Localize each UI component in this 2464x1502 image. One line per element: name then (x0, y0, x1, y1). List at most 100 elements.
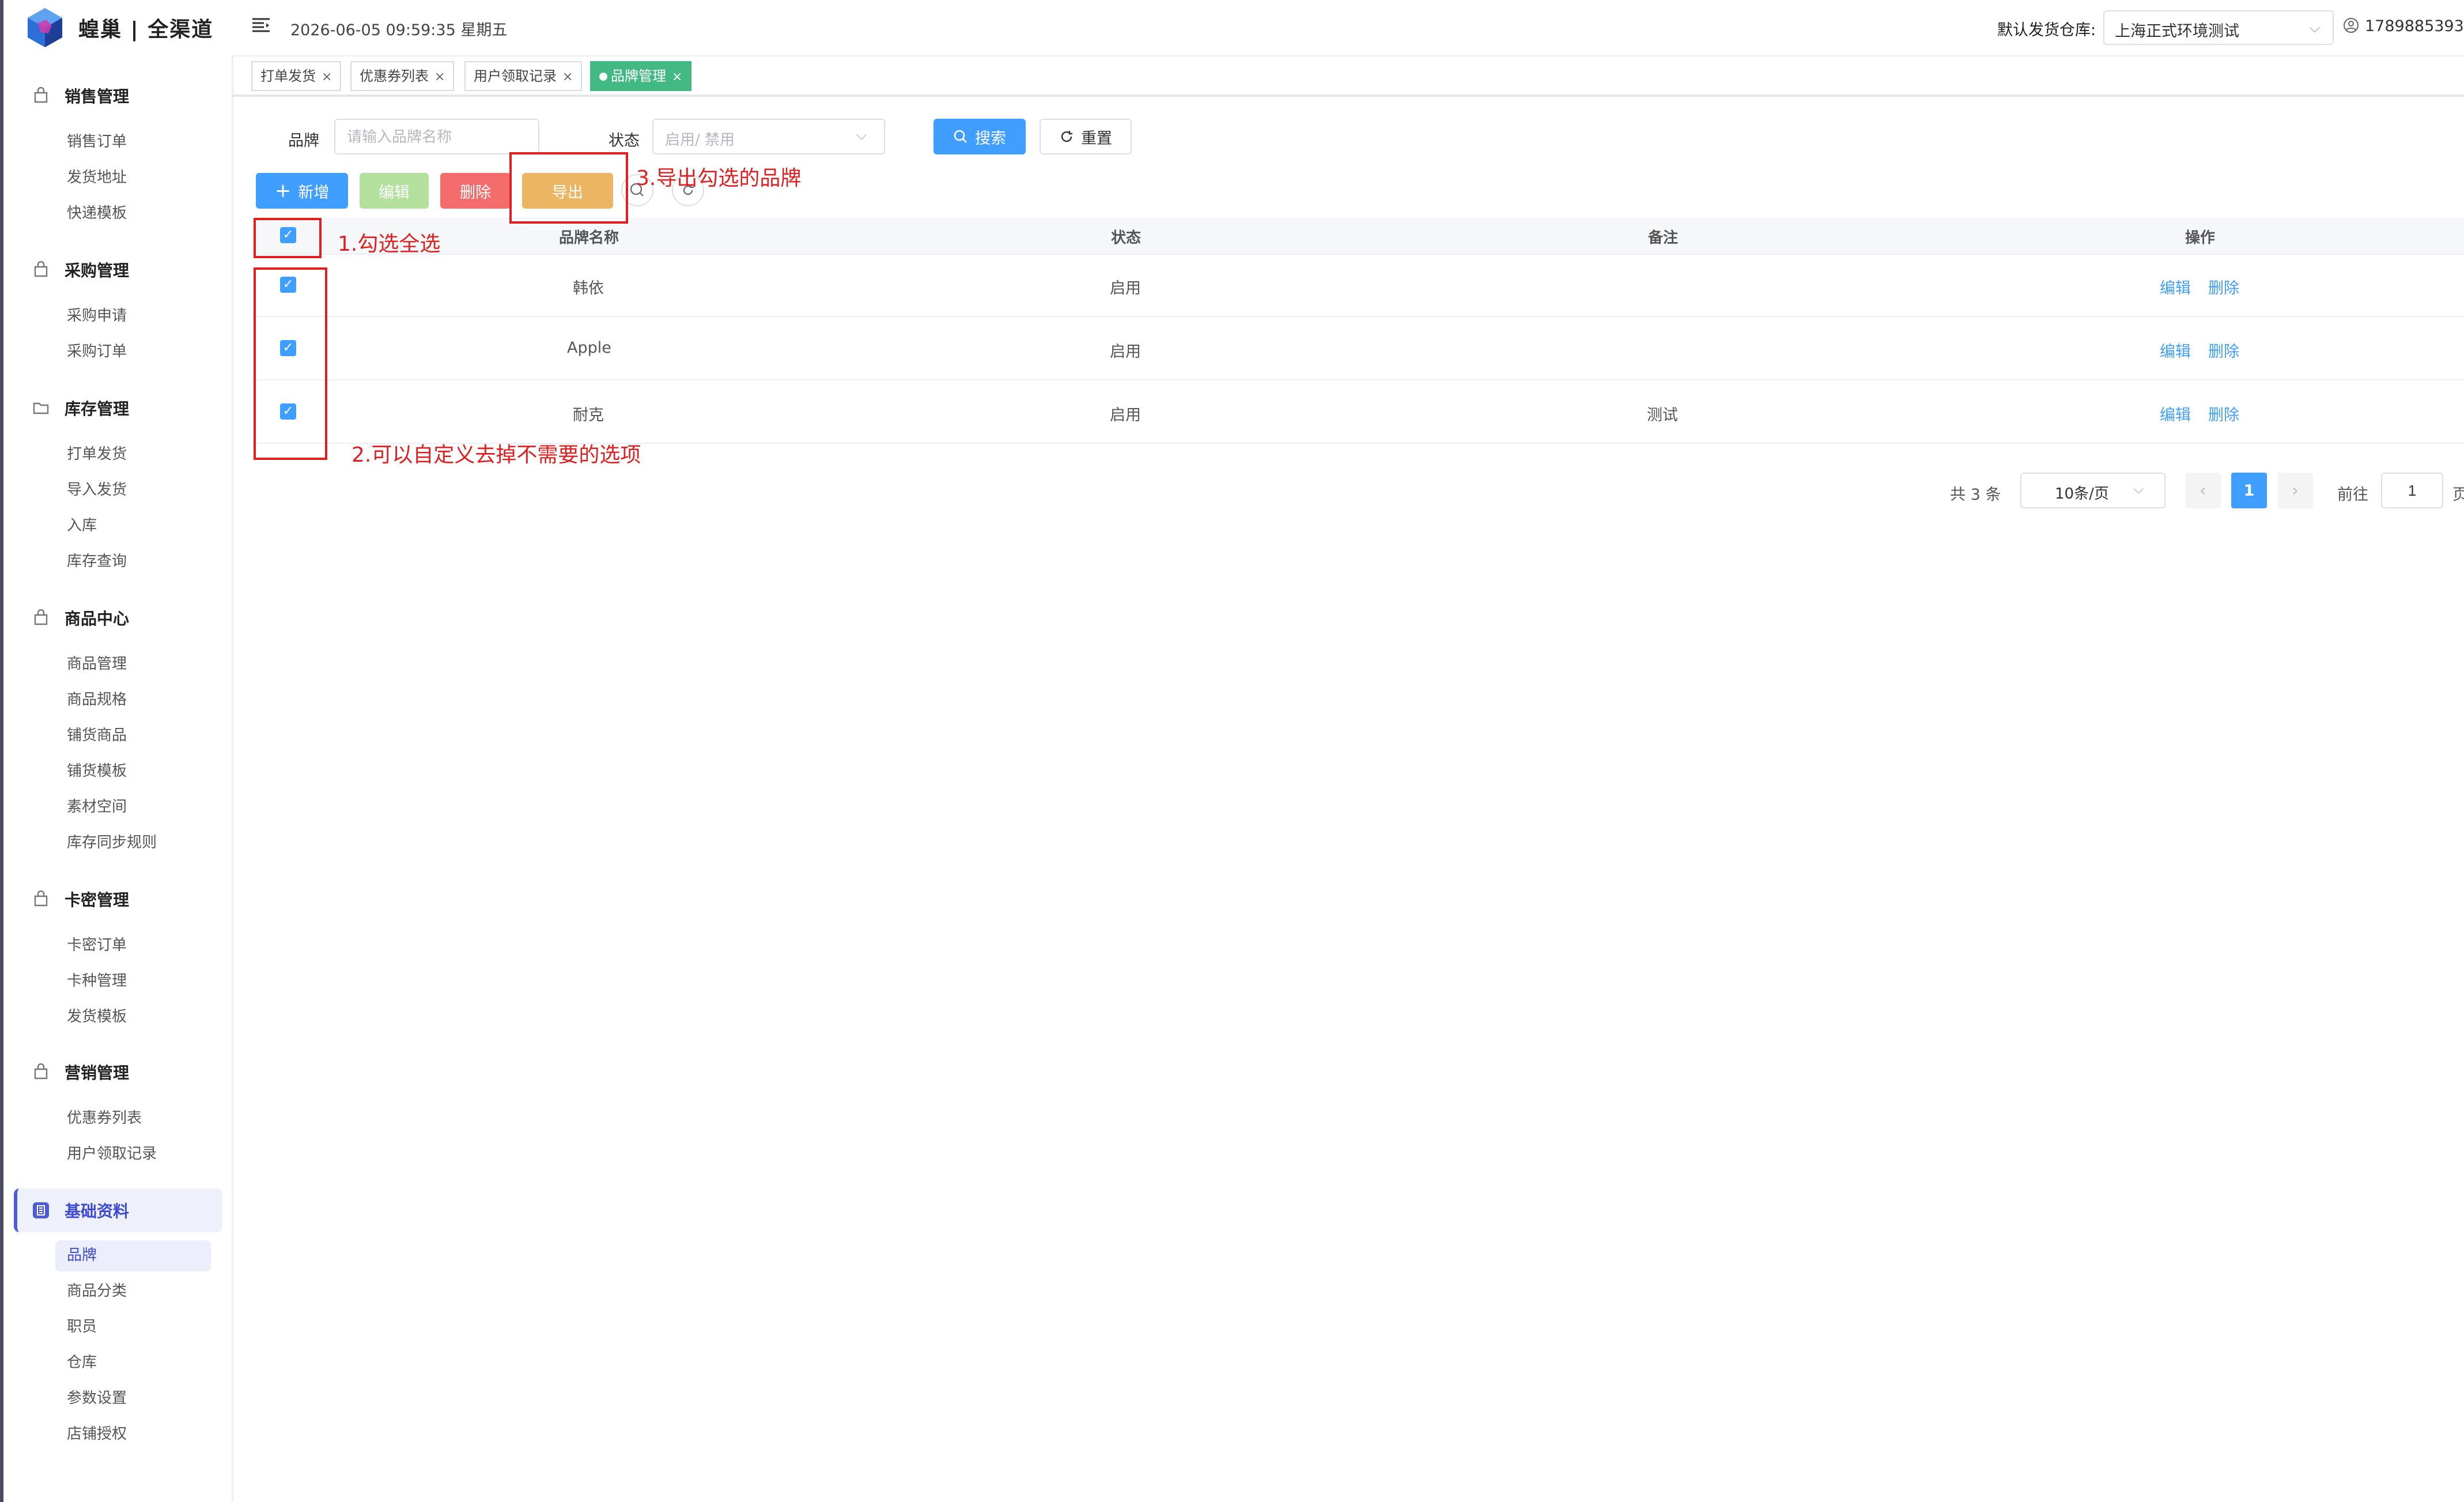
sidebar-item-brand[interactable]: 品牌 (67, 1244, 97, 1267)
sidebar-item-product-spec[interactable]: 商品规格 (67, 688, 127, 711)
sidebar-section-label: 商品中心 (65, 609, 130, 628)
tab-label: 打单发货 (260, 68, 316, 84)
tab-label: 优惠券列表 (360, 68, 429, 84)
cell-status: 启用 (1110, 406, 1141, 424)
tab-brand-manage[interactable]: 品牌管理 × (590, 61, 692, 91)
sidebar (0, 0, 233, 1502)
tab-print-ship[interactable]: 打单发货 × (251, 61, 342, 91)
brand-name: 蝗巢 | 全渠道 (78, 18, 214, 41)
sidebar-item-ship-template[interactable]: 发货模板 (67, 1005, 127, 1028)
sidebar-item-purchase-order[interactable]: 采购订单 (67, 340, 127, 363)
sidebar-item-sales-order[interactable]: 销售订单 (67, 130, 127, 153)
chevron-down-icon: ⌵ (2309, 20, 2320, 36)
page-number-current[interactable]: 1 (2231, 473, 2267, 508)
cell-brand-name: 韩依 (573, 280, 604, 297)
edit-button[interactable]: 编辑 (360, 173, 429, 209)
sidebar-item-coupon-list[interactable]: 优惠券列表 (67, 1107, 142, 1130)
add-button[interactable]: + 新增 (256, 173, 348, 209)
sidebar-item-stock-sync-rule[interactable]: 库存同步规则 (67, 831, 157, 854)
sidebar-section-basic[interactable]: 基础资料 (32, 1193, 129, 1228)
sidebar-item-stock-query[interactable]: 库存查询 (67, 550, 127, 573)
sidebar-section-purchase[interactable]: 采购管理 (32, 252, 129, 287)
close-icon[interactable]: × (672, 70, 682, 84)
chevron-down-icon: ⌵ (2133, 481, 2144, 497)
user-phone[interactable]: 17898853931 (2365, 17, 2464, 35)
sidebar-item-express-template[interactable]: 快递模板 (67, 202, 127, 225)
row-edit-link[interactable]: 编辑 (2160, 402, 2191, 425)
sidebar-item-distribute-template[interactable]: 铺货模板 (67, 760, 127, 783)
sidebar-edge (0, 0, 3, 1502)
sidebar-item-parameter-settings[interactable]: 参数设置 (67, 1387, 127, 1410)
menu-fold-icon[interactable] (251, 17, 271, 33)
sidebar-item-shop-auth[interactable]: 店铺授权 (67, 1422, 127, 1446)
refresh-icon (1061, 131, 1072, 142)
sidebar-item-import-ship[interactable]: 导入发货 (67, 478, 127, 501)
chevron-down-icon: ⌵ (856, 127, 867, 143)
tab-label: 用户领取记录 (474, 68, 557, 84)
delete-button[interactable]: 删除 (440, 173, 511, 209)
brand-filter-label: 品牌 (288, 132, 319, 150)
sidebar-section-card[interactable]: 卡密管理 (32, 882, 129, 916)
annotation-box-rows (254, 267, 327, 460)
warehouse-select[interactable]: 上海正式环境测试 ⌵ (2103, 10, 2334, 45)
sidebar-section-inventory[interactable]: 库存管理 (32, 391, 129, 425)
sidebar-section-label: 基础资料 (65, 1202, 130, 1221)
column-header-status: 状态 (1111, 229, 1142, 247)
row-delete-link[interactable]: 删除 (2208, 402, 2239, 425)
chevron-right-icon: › (2292, 480, 2299, 501)
annotation-export: 3.导出勾选的品牌 (636, 167, 802, 190)
goto-unit: 页 (2452, 486, 2464, 504)
sidebar-item-print-ship[interactable]: 打单发货 (67, 443, 127, 466)
logo-icon (28, 8, 62, 47)
sidebar-section-product[interactable]: 商品中心 (32, 601, 129, 635)
folder-icon (33, 402, 49, 414)
cell-brand-name: Apple (567, 339, 611, 357)
delete-button-label: 删除 (460, 183, 491, 202)
page-size-value: 10条/页 (2055, 485, 2109, 503)
add-button-label: 新增 (298, 183, 330, 202)
tab-coupon-list[interactable]: 优惠券列表 × (350, 61, 455, 91)
sidebar-section-sales[interactable]: 销售管理 (32, 78, 129, 113)
user-icon (2344, 18, 2359, 33)
annotation-select-all: 1.勾选全选 (338, 232, 441, 256)
tab-user-claim-record[interactable]: 用户领取记录 × (464, 61, 583, 91)
sidebar-item-user-claim-record[interactable]: 用户领取记录 (67, 1142, 157, 1165)
row-delete-link[interactable]: 删除 (2208, 276, 2239, 298)
close-icon[interactable]: × (562, 70, 573, 84)
sidebar-item-stock-in[interactable]: 入库 (67, 514, 97, 537)
status-select[interactable]: 启用/ 禁用 (652, 119, 885, 154)
reset-button[interactable]: 重置 (1040, 119, 1132, 154)
row-edit-link[interactable]: 编辑 (2160, 339, 2191, 361)
sidebar-section-marketing[interactable]: 营销管理 (32, 1055, 129, 1089)
reset-button-label: 重置 (1081, 129, 1112, 148)
column-header-brand-name: 品牌名称 (559, 229, 619, 247)
sidebar-item-product-manage[interactable]: 商品管理 (67, 652, 127, 675)
sidebar-item-ship-address[interactable]: 发货地址 (67, 166, 127, 189)
close-icon[interactable]: × (434, 70, 445, 84)
column-header-actions: 操作 (2185, 229, 2216, 247)
sidebar-item-staff[interactable]: 职员 (67, 1315, 97, 1338)
row-delete-link[interactable]: 删除 (2208, 339, 2239, 361)
search-button[interactable]: 搜索 (934, 119, 1026, 154)
sidebar-item-distribute-product[interactable]: 铺货商品 (67, 724, 127, 747)
brand-search-input[interactable] (334, 119, 539, 154)
bag-icon (34, 890, 48, 907)
sidebar-section-label: 营销管理 (65, 1063, 130, 1082)
goto-page-input[interactable] (2381, 473, 2443, 508)
book-icon (33, 1202, 49, 1218)
sidebar-item-product-category[interactable]: 商品分类 (67, 1280, 127, 1303)
cell-brand-name: 耐克 (573, 406, 604, 424)
row-edit-link[interactable]: 编辑 (2160, 276, 2191, 298)
search-button-label: 搜索 (975, 129, 1006, 148)
sidebar-item-card-type[interactable]: 卡种管理 (67, 969, 127, 992)
cell-remark: 测试 (1647, 406, 1678, 424)
goto-label: 前往 (2337, 486, 2368, 504)
close-icon[interactable]: × (322, 70, 332, 84)
next-page-button[interactable]: › (2277, 473, 2313, 508)
prev-page-button[interactable]: ‹ (2185, 473, 2221, 508)
sidebar-item-warehouse[interactable]: 仓库 (67, 1351, 97, 1374)
sidebar-item-card-order[interactable]: 卡密订单 (67, 934, 127, 957)
sidebar-item-material-space[interactable]: 素材空间 (67, 795, 127, 818)
search-icon (954, 130, 967, 143)
sidebar-item-purchase-request[interactable]: 采购申请 (67, 304, 127, 327)
